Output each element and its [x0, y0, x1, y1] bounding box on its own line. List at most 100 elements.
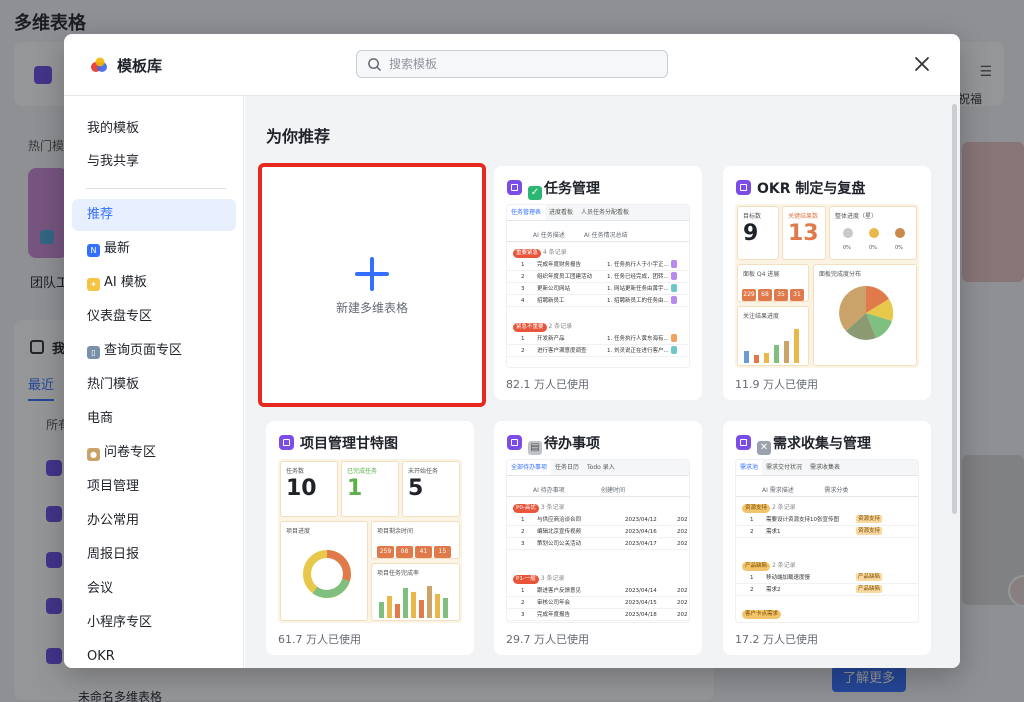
cell: 审核公司年会: [537, 600, 571, 606]
preview-header: AI 任务描述 AI 任务情况总结: [507, 229, 689, 242]
sidebar-item-ecommerce[interactable]: 电商: [72, 403, 236, 435]
cell: 策划公司公关活动: [537, 541, 582, 547]
sidebar-item-label: 电商: [87, 411, 114, 426]
sparkle-icon: ✦: [87, 278, 100, 291]
avatar-chip: [671, 346, 677, 354]
cell: 2: [750, 529, 754, 535]
preview-col: AI 待办事项: [533, 487, 565, 494]
cell: 2023/04/15: [625, 600, 657, 606]
template-preview: 任务数 10 已完成任务 1 未开始任务 5 项目进度 项目剩余时间 259 0…: [278, 459, 462, 623]
sidebar-item-label: 项目管理: [87, 479, 140, 494]
q4-value: 229: [742, 289, 756, 301]
sidebar-item-label: 热门模板: [87, 377, 140, 392]
sidebar-item-query-page[interactable]: ▯ 查询页面专区: [72, 335, 236, 367]
stat-value: 10: [286, 476, 317, 501]
sidebar-item-office[interactable]: 办公常用: [72, 505, 236, 537]
section-title: 为你推荐: [266, 127, 331, 146]
group-count: 2 条记录: [771, 562, 796, 569]
template-library-logo-icon: [91, 57, 107, 72]
cell: 产品缺陷: [856, 573, 883, 581]
template-title: OKR 制定与复盘: [736, 178, 866, 197]
cell: 1. 网站更新任务由黄宇...: [607, 286, 669, 292]
preview-group: 紧急不重要 2 条记录: [513, 321, 572, 333]
sidebar-item-project[interactable]: 项目管理: [72, 471, 236, 503]
progress-value: 0%: [869, 245, 877, 251]
preview-row: 1 开发新产品 1. 任务执行人黄东海有...: [507, 334, 689, 345]
preview-group: 产品缺陷 2 条记录: [742, 560, 796, 572]
cell: 与供应商洽谈合同: [537, 517, 582, 523]
cell: 3: [521, 286, 525, 292]
sidebar-item-label: 查询页面专区: [104, 343, 183, 358]
template-card-todo[interactable]: ▤ 待办事项 全部待办事项 任务日历 Todo 录入 AI 待办事项 创建时间 P0-…: [494, 421, 702, 655]
pie-chart-label: 面板完成度分布: [819, 271, 862, 278]
template-card-okr[interactable]: OKR 制定与复盘 目标数 9 关键结果数 13 整体进度（星） 0% 0% 0…: [723, 166, 931, 400]
cell: 2023/04/14: [625, 588, 657, 594]
remaining-values: 259 08 41 15: [377, 538, 453, 558]
template-title-text: OKR 制定与复盘: [757, 181, 866, 197]
book-icon: ▯: [87, 346, 100, 359]
stat-value: 13: [788, 221, 819, 246]
template-card-gantt[interactable]: 项目管理甘特图 任务数 10 已完成任务 1 未开始任务 5 项目进度 项目剩余…: [266, 421, 474, 655]
sidebar-item-report[interactable]: 周报日报: [72, 539, 236, 571]
sidebar-item-latest[interactable]: N 最新: [72, 233, 236, 265]
template-title-text: 项目管理甘特图: [300, 436, 398, 452]
sidebar-item-meeting[interactable]: 会议: [72, 573, 236, 605]
cell: 产品缺陷: [856, 585, 883, 593]
cell: 跟进客户反馈意见: [537, 588, 582, 594]
sidebar-item-survey[interactable]: ● 问卷专区: [72, 437, 236, 469]
template-title-text: 待办事项: [544, 436, 600, 452]
sidebar-item-label: AI 模板: [104, 275, 147, 290]
sidebar-item-label: OKR: [87, 649, 115, 664]
base-icon: [736, 180, 751, 195]
preview-row: 4 招聘新员工 1. 招聘新员工的任务由...: [507, 296, 689, 307]
sidebar-item-recommended[interactable]: 推荐: [72, 199, 236, 231]
cell: 2: [521, 600, 525, 606]
sidebar-item-my-templates[interactable]: 我的模板: [72, 113, 236, 145]
plus-icon: [355, 257, 389, 291]
avatar-chip: [671, 284, 677, 292]
bar-chart-thumbnail: [744, 329, 799, 363]
sidebar-item-hot[interactable]: 热门模板: [72, 369, 236, 401]
q4-values: 229 68 35 31: [742, 281, 806, 301]
cell: 202: [677, 541, 688, 547]
cell: 更新公司网站: [537, 286, 571, 292]
template-card-task-management[interactable]: ✓ 任务管理 任务管理表 进度看板 人员任务分配看板 AI 任务描述 AI 任务情况总…: [494, 166, 702, 400]
usage-count: 11.9 万人已使用: [735, 378, 818, 391]
cell: 3: [521, 541, 525, 547]
template-title-text: 需求收集与管理: [773, 436, 871, 452]
preview-tab: 需求池: [736, 460, 763, 475]
usage-count: 82.1 万人已使用: [506, 378, 589, 391]
close-icon[interactable]: [912, 54, 932, 74]
sidebar-item-shared[interactable]: 与我共享: [72, 146, 236, 178]
ring-chart-thumbnail: [303, 550, 351, 598]
cell: 2: [521, 348, 525, 354]
template-title-text: 任务管理: [544, 181, 600, 197]
group-count: 4 条记录: [542, 249, 567, 256]
preview-row: 1 移动端加载速度慢 产品缺陷: [736, 573, 918, 584]
cell: 2023/04/18: [625, 612, 657, 618]
sidebar-item-ai-templates[interactable]: ✦ AI 模板: [72, 267, 236, 299]
preview-group: P0-高优 3 条记录: [513, 502, 564, 514]
preview-row: 3 更新公司网站 1. 网站更新任务由黄宇...: [507, 284, 689, 295]
template-card-requirements[interactable]: ✕ 需求收集与管理 需求池 需求交付状况 需求收集表 AI 需求描述 需求分类 资源支…: [723, 421, 931, 655]
preview-col: 需求分类: [824, 487, 849, 494]
scrollbar[interactable]: [952, 104, 957, 514]
cell: 2: [521, 529, 525, 535]
sidebar-item-okr[interactable]: OKR: [72, 641, 236, 668]
cell: 202: [677, 600, 688, 606]
template-preview: 需求池 需求交付状况 需求收集表 AI 需求描述 需求分类 资源支持 2 条记录 1…: [735, 459, 919, 623]
new-base-card[interactable]: 新建多维表格: [258, 163, 486, 407]
preview-tab: 任务日历: [555, 464, 580, 471]
cell: 招聘新员工: [537, 298, 565, 304]
stat-card: 关键结果数 13: [782, 206, 826, 260]
search-box[interactable]: [356, 50, 668, 78]
sidebar-item-dashboard[interactable]: 仪表盘专区: [72, 301, 236, 333]
search-input[interactable]: [389, 54, 659, 74]
cell: 需要设计资源支持10张宣传图: [766, 517, 839, 523]
group-count: 3 条记录: [540, 575, 565, 582]
group-tag: P1-一般: [513, 575, 539, 584]
avatar-chip: [671, 334, 677, 342]
remaining-value: 15: [434, 546, 451, 558]
group-tag: 产品缺陷: [742, 562, 771, 571]
sidebar-item-miniprogram[interactable]: 小程序专区: [72, 607, 236, 639]
